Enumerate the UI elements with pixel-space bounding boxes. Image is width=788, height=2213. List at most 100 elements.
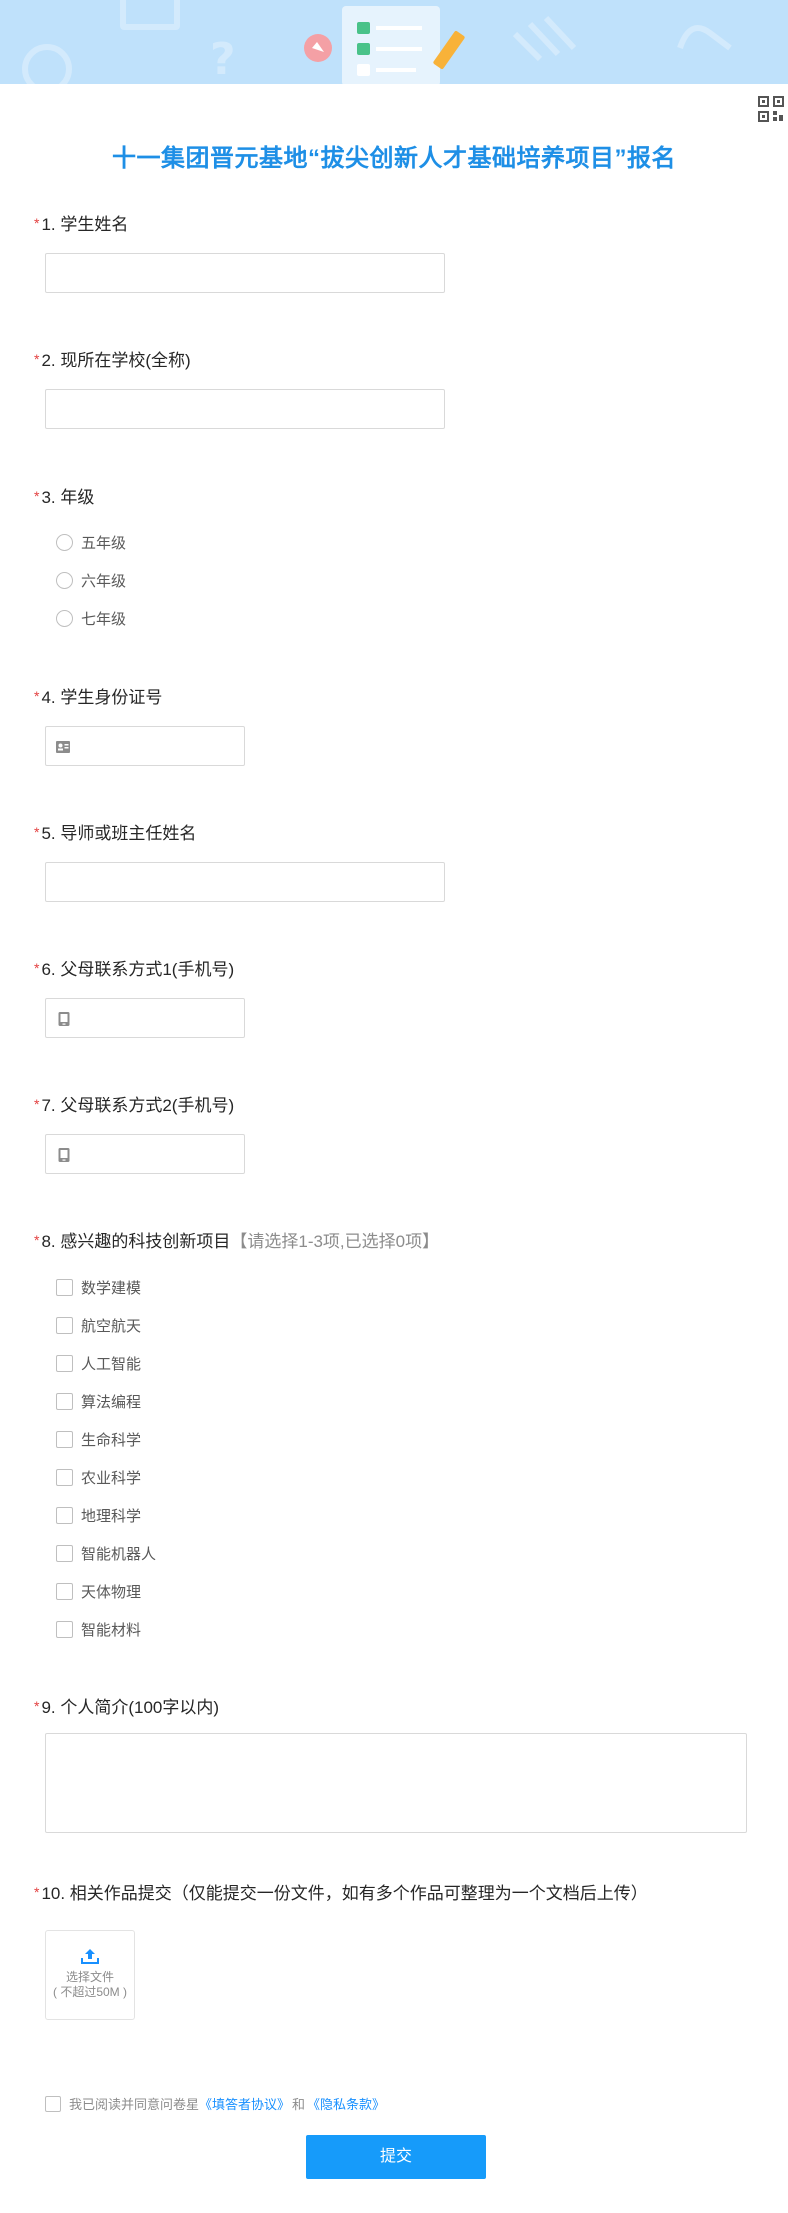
checkbox[interactable] — [56, 1621, 73, 1638]
option-label: 智能机器人 — [81, 1546, 157, 1563]
option-label: 算法编程 — [81, 1394, 142, 1411]
checkbox[interactable] — [56, 1507, 73, 1524]
question-3: * 3. 年级 — [34, 488, 94, 508]
banner-circle-decoration — [22, 44, 72, 84]
privacy-policy-link[interactable]: 《隐私条款》 — [307, 2094, 385, 2113]
required-mark: * — [34, 824, 40, 840]
header-banner: ? — [0, 0, 788, 84]
option-label: 人工智能 — [81, 1356, 142, 1373]
checkbox[interactable] — [56, 1545, 73, 1562]
qr-code-icon[interactable] — [758, 96, 784, 122]
radio-button[interactable] — [56, 534, 73, 551]
grade-option-5[interactable]: 五年级 — [56, 532, 126, 553]
required-mark: * — [34, 488, 40, 504]
required-mark: * — [34, 1232, 40, 1248]
option-label: 农业科学 — [81, 1470, 142, 1487]
interest-option[interactable]: 生命科学 — [56, 1429, 141, 1450]
option-label: 七年级 — [81, 611, 127, 628]
question-8: * 8. 感兴趣的科技创新项目【请选择1-3项,已选择0项】 — [34, 1232, 439, 1252]
radio-button[interactable] — [56, 610, 73, 627]
interest-option[interactable]: 数学建模 — [56, 1277, 141, 1298]
question-10: * 10. 相关作品提交（仅能提交一份文件，如有多个作品可整理为一个文档后上传） — [34, 1884, 648, 1904]
question-3-title: * 3. 年级 — [34, 488, 94, 508]
checkbox[interactable] — [56, 1393, 73, 1410]
parent-phone-2-input[interactable] — [45, 1134, 245, 1174]
id-number-input[interactable] — [45, 726, 245, 766]
checkbox[interactable] — [56, 1431, 73, 1448]
interest-option[interactable]: 航空航天 — [56, 1315, 141, 1336]
respondent-agreement-link[interactable]: 《填答者协议》 — [199, 2094, 290, 2113]
option-label: 天体物理 — [81, 1584, 142, 1601]
banner-square-decoration — [120, 0, 180, 30]
option-label: 数学建模 — [81, 1280, 142, 1297]
question-6-label: 6. 父母联系方式1(手机号) — [41, 960, 235, 979]
upload-icon — [81, 1949, 99, 1964]
question-2-label: 2. 现所在学校(全称) — [41, 351, 191, 370]
question-5-title: * 5. 导师或班主任姓名 — [34, 824, 196, 844]
required-mark: * — [34, 1096, 40, 1112]
question-9-label: 9. 个人简介(100字以内) — [41, 1698, 220, 1717]
question-2-title: * 2. 现所在学校(全称) — [34, 351, 191, 371]
question-7-title: * 7. 父母联系方式2(手机号) — [34, 1096, 234, 1116]
file-upload-button[interactable]: 选择文件 ( 不超过50M ) — [45, 1930, 135, 2020]
option-label: 五年级 — [81, 535, 127, 552]
checkbox[interactable] — [56, 1469, 73, 1486]
interest-option[interactable]: 人工智能 — [56, 1353, 141, 1374]
student-name-input[interactable] — [45, 253, 445, 293]
interest-option[interactable]: 地理科学 — [56, 1505, 141, 1526]
question-1: * 1. 学生姓名 — [34, 215, 128, 235]
required-mark: * — [34, 1698, 40, 1714]
school-name-input[interactable] — [45, 389, 445, 429]
question-8-label: 8. 感兴趣的科技创新项目 — [41, 1232, 231, 1251]
required-mark: * — [34, 960, 40, 976]
interest-option[interactable]: 算法编程 — [56, 1391, 141, 1412]
question-2: * 2. 现所在学校(全称) — [34, 351, 191, 371]
interest-option[interactable]: 智能机器人 — [56, 1543, 156, 1564]
question-4-title: * 4. 学生身份证号 — [34, 688, 162, 708]
checkbox[interactable] — [56, 1355, 73, 1372]
question-4: * 4. 学生身份证号 — [34, 688, 162, 708]
phone-icon — [58, 1148, 70, 1162]
question-10-title: * 10. 相关作品提交（仅能提交一份文件，如有多个作品可整理为一个文档后上传） — [34, 1884, 648, 1904]
radio-button[interactable] — [56, 572, 73, 589]
option-label: 智能材料 — [81, 1622, 142, 1639]
required-mark: * — [34, 1884, 40, 1900]
interest-option[interactable]: 智能材料 — [56, 1619, 141, 1640]
page-title: 十一集团晋元基地“拔尖创新人才基础培养项目”报名 — [112, 145, 676, 172]
personal-intro-textarea[interactable] — [45, 1733, 747, 1833]
question-7-label: 7. 父母联系方式2(手机号) — [41, 1096, 235, 1115]
question-4-label: 4. 学生身份证号 — [41, 688, 163, 707]
question-7: * 7. 父母联系方式2(手机号) — [34, 1096, 234, 1116]
grade-option-6[interactable]: 六年级 — [56, 570, 126, 591]
question-10-label: 10. 相关作品提交（仅能提交一份文件，如有多个作品可整理为一个文档后上传） — [41, 1884, 648, 1903]
parent-phone-1-input[interactable] — [45, 998, 245, 1038]
checkbox[interactable] — [56, 1279, 73, 1296]
interest-option[interactable]: 天体物理 — [56, 1581, 141, 1602]
survey-clipboard-illustration — [304, 6, 465, 84]
required-mark: * — [34, 688, 40, 704]
grade-option-7[interactable]: 七年级 — [56, 608, 126, 629]
interest-option[interactable]: 农业科学 — [56, 1467, 141, 1488]
phone-icon — [58, 1012, 70, 1026]
submit-button[interactable]: 提交 — [306, 2135, 486, 2179]
upload-label: 选择文件 — [65, 1970, 114, 1984]
option-label: 航空航天 — [81, 1318, 142, 1335]
id-card-icon — [56, 741, 70, 753]
option-label: 生命科学 — [81, 1432, 142, 1449]
upload-size-limit: ( 不超过50M ) — [52, 1985, 127, 1999]
teacher-name-input[interactable] — [45, 862, 445, 902]
question-5: * 5. 导师或班主任姓名 — [34, 824, 196, 844]
question-3-label: 3. 年级 — [41, 488, 95, 507]
banner-lines-decoration — [510, 14, 590, 74]
required-mark: * — [34, 215, 40, 231]
question-8-hint: 【请选择1-3项,已选择0项】 — [230, 1232, 440, 1251]
question-1-title: * 1. 学生姓名 — [34, 215, 128, 235]
agreement-and: 和 — [292, 2097, 306, 2112]
checkbox[interactable] — [56, 1583, 73, 1600]
checkbox[interactable] — [56, 1317, 73, 1334]
agreement-checkbox[interactable] — [45, 2095, 61, 2112]
question-6-title: * 6. 父母联系方式1(手机号) — [34, 960, 234, 980]
option-label: 六年级 — [81, 573, 127, 590]
banner-question-decoration: ? — [210, 34, 236, 84]
question-1-label: 1. 学生姓名 — [41, 215, 129, 234]
